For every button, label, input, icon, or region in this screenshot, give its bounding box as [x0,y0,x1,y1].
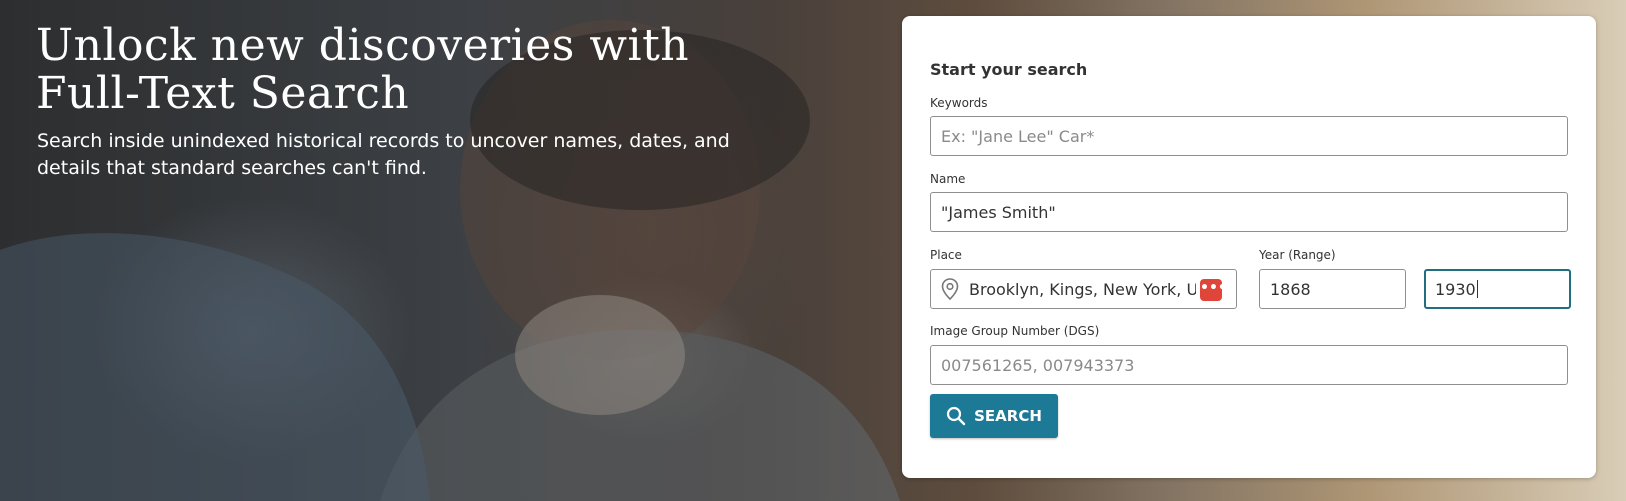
dgs-input[interactable] [941,355,1557,375]
keywords-input[interactable] [941,126,1557,146]
page-headline: Unlock new discoveries with Full-Text Se… [36,20,690,119]
search-card: Start your search Keywords Name "James S… [902,16,1596,478]
keywords-label: Keywords [930,96,988,110]
page-subheadline: Search inside unindexed historical recor… [37,130,730,179]
keywords-field[interactable] [930,116,1568,156]
place-value: Brooklyn, Kings, New York, United States [969,279,1196,299]
name-label: Name [930,172,966,186]
text-cursor [1476,280,1478,298]
name-value: "James Smith" [941,202,1056,222]
search-card-title: Start your search [930,60,1088,79]
year-from-field[interactable]: 1868 [1259,269,1406,309]
year-from-value: 1868 [1270,279,1311,299]
location-pin-icon [941,278,959,300]
place-label: Place [930,248,962,262]
dgs-field[interactable] [930,345,1568,385]
year-to-value: 1930 [1435,279,1476,299]
search-icon [947,406,966,426]
dgs-label: Image Group Number (DGS) [930,324,1100,338]
place-field[interactable]: Brooklyn, Kings, New York, United States… [930,269,1237,309]
hero-banner: Unlock new discoveries with Full-Text Se… [0,0,1626,501]
search-button-label: SEARCH [974,407,1042,425]
name-field[interactable]: "James Smith" [930,192,1568,232]
password-manager-icon[interactable]: ••• [1200,279,1227,301]
search-button[interactable]: SEARCH [930,394,1058,438]
year-range-label: Year (Range) [1259,248,1336,262]
year-to-field[interactable]: 1930 [1424,269,1571,309]
